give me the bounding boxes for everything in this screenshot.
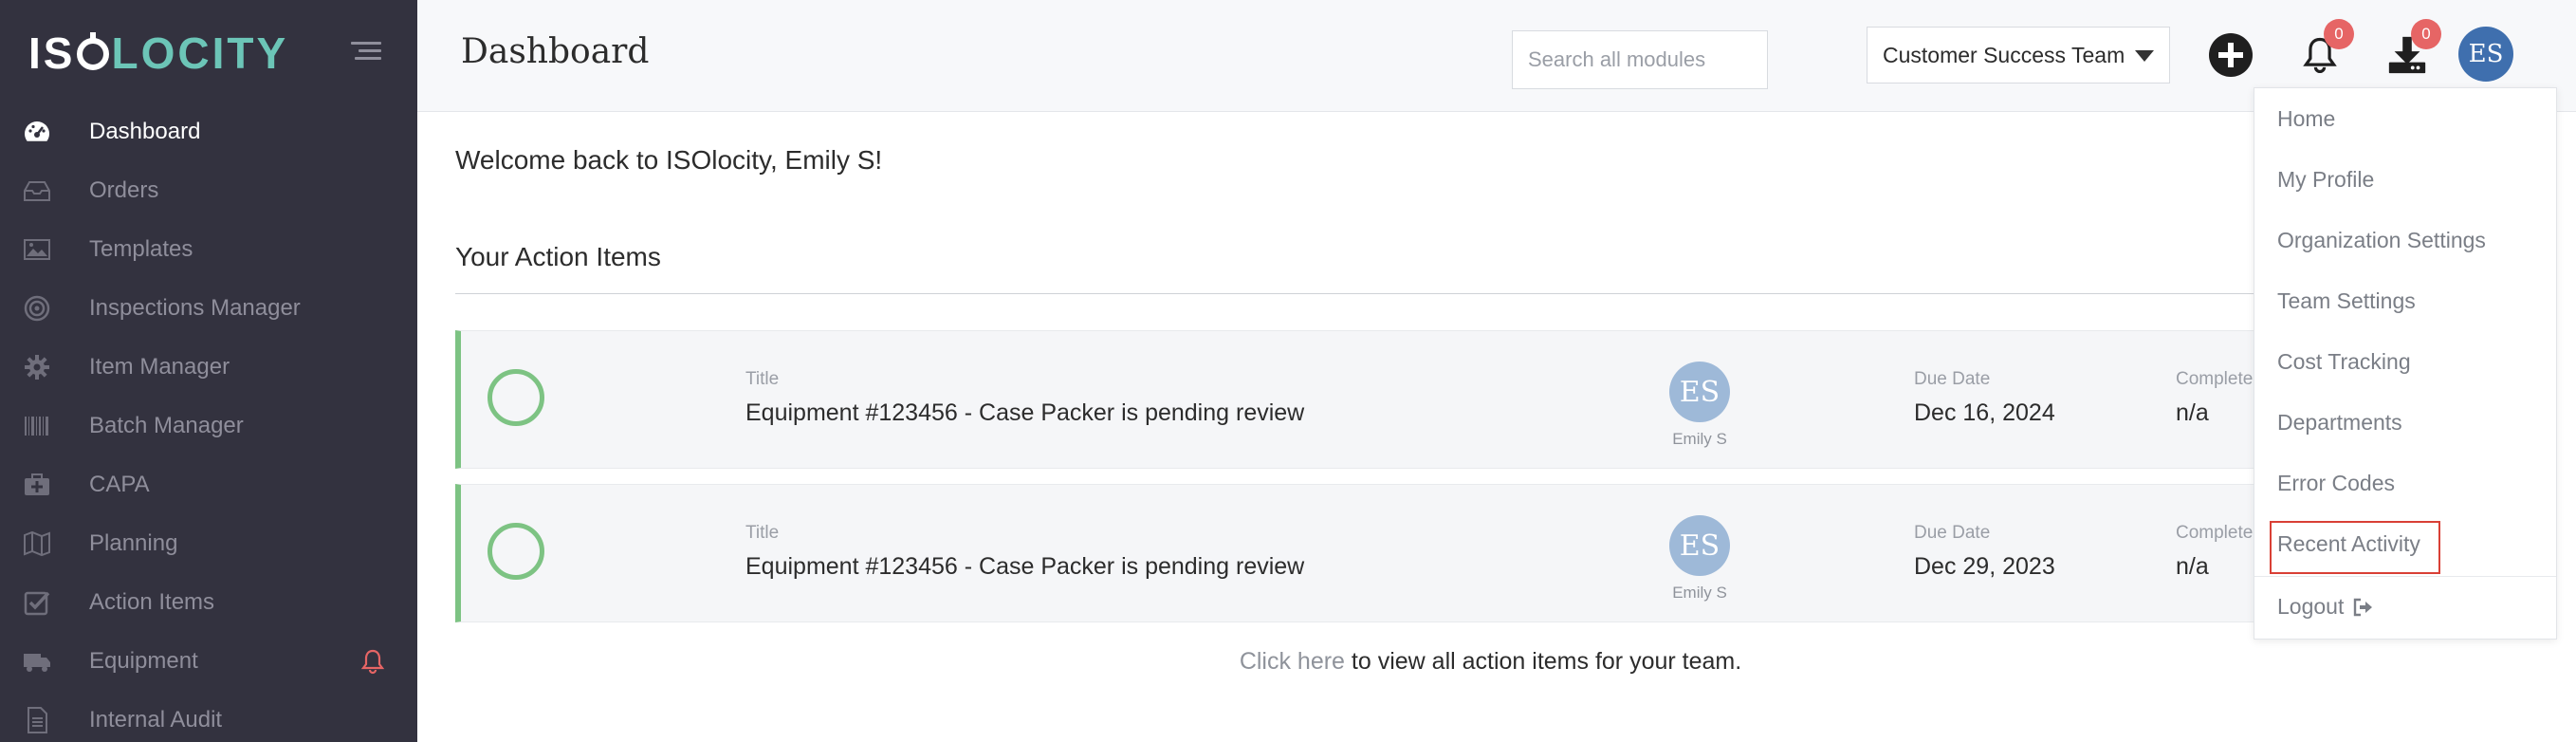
action-item-card[interactable]: Title Equipment #123456 - Case Packer is… (455, 330, 2447, 469)
due-date-label: Due Date (1914, 369, 1991, 389)
logo-o-mark-icon (77, 32, 110, 70)
sidebar-item-label: Action Items (89, 589, 215, 615)
sidebar-item-label: Inspections Manager (89, 295, 301, 321)
due-date-value: Dec 29, 2023 (1914, 553, 2055, 580)
main-content: Welcome back to ISOlocity, Emily S! Your… (417, 113, 2576, 742)
dashboard-gauge-icon (21, 116, 53, 148)
team-select-box[interactable]: Customer Success Team (1867, 27, 2170, 83)
sidebar-nav: Dashboard Orders Templates Inspections M… (0, 102, 417, 742)
logout-label: Logout (2277, 593, 2345, 619)
menu-item-team-settings[interactable]: Team Settings (2254, 270, 2556, 331)
page-title: Dashboard (461, 32, 650, 71)
sidebar-item-templates[interactable]: Templates (0, 220, 417, 279)
sidebar-item-label: Templates (89, 236, 193, 262)
logo-iso-text: IS (28, 28, 76, 78)
sidebar-item-label: CAPA (89, 472, 150, 497)
menu-item-recent-activity[interactable]: Recent Activity (2254, 513, 2556, 574)
welcome-message: Welcome back to ISOlocity, Emily S! (455, 145, 883, 175)
downloads-badge: 0 (2411, 19, 2441, 49)
view-all-link[interactable]: Click here (1240, 648, 1345, 675)
assignee-avatar: ES (1669, 362, 1730, 422)
menu-item-home[interactable]: Home (2254, 88, 2556, 149)
sidebar-item-batch-manager[interactable]: Batch Manager (0, 397, 417, 455)
view-all-text: to view all action items for your team. (1344, 648, 1742, 675)
caret-down-icon (2135, 50, 2154, 62)
menu-item-logout[interactable]: Logout (2254, 576, 2556, 637)
user-avatar-button[interactable]: ES (2458, 27, 2513, 82)
sidebar-item-label: Item Manager (89, 354, 230, 380)
sidebar-item-inspections-manager[interactable]: Inspections Manager (0, 279, 417, 338)
assignee-avatar: ES (1669, 515, 1730, 576)
sidebar-item-label: Dashboard (89, 119, 201, 144)
action-item-card[interactable]: Title Equipment #123456 - Case Packer is… (455, 484, 2447, 622)
truck-icon (21, 645, 53, 677)
sidebar-item-planning[interactable]: Planning (0, 514, 417, 573)
sidebar-item-capa[interactable]: CAPA (0, 455, 417, 514)
document-icon (21, 704, 53, 736)
add-button[interactable] (2208, 32, 2254, 78)
team-select[interactable]: Customer Success Team (1867, 27, 2170, 85)
user-dropdown-menu: Home My Profile Organization Settings Te… (2254, 87, 2557, 640)
image-icon (21, 233, 53, 266)
gear-icon (21, 351, 53, 383)
sidebar-item-item-manager[interactable]: Item Manager (0, 338, 417, 397)
assignee-name: Emily S (1672, 430, 1727, 448)
sidebar-item-label: Batch Manager (89, 413, 244, 438)
assignee-name: Emily S (1672, 584, 1727, 602)
downloads-button[interactable]: 0 (2384, 19, 2441, 78)
sidebar-item-dashboard[interactable]: Dashboard (0, 102, 417, 161)
equipment-alert-bell-icon[interactable] (359, 647, 387, 676)
menu-item-organization-settings[interactable]: Organization Settings (2254, 210, 2556, 270)
due-date-label: Due Date (1914, 523, 1991, 543)
sidebar-item-label: Internal Audit (89, 707, 223, 733)
sidebar-item-internal-audit[interactable]: Internal Audit (0, 691, 417, 742)
search-input[interactable] (1512, 30, 1768, 89)
sidebar-item-label: Orders (89, 177, 159, 203)
sidebar-item-orders[interactable]: Orders (0, 161, 417, 220)
menu-item-my-profile[interactable]: My Profile (2254, 149, 2556, 210)
due-date-value: Dec 16, 2024 (1914, 399, 2055, 426)
sidebar: IS LOCITY Dashboard Orders Templates Ins… (0, 0, 417, 742)
status-circle-icon[interactable] (488, 523, 544, 580)
title-label: Title (745, 523, 780, 543)
medical-kit-icon (21, 469, 53, 501)
logout-icon (2353, 597, 2374, 617)
menu-item-departments[interactable]: Departments (2254, 392, 2556, 453)
menu-item-error-codes[interactable]: Error Codes (2254, 453, 2556, 513)
menu-toggle-icon[interactable] (351, 42, 381, 65)
target-icon (21, 292, 53, 325)
isolocity-logo[interactable]: IS LOCITY (28, 28, 289, 78)
plus-circle-icon (2209, 33, 2253, 77)
map-icon (21, 528, 53, 560)
status-circle-icon[interactable] (488, 369, 544, 426)
team-select-value: Customer Success Team (1883, 42, 2125, 67)
action-items-heading: Your Action Items (455, 242, 661, 271)
view-all-action-items-note: Click here to view all action items for … (417, 648, 2564, 676)
checkbox-icon (21, 586, 53, 619)
completed-date-value: n/a (2176, 399, 2209, 426)
notifications-button[interactable]: 0 (2297, 19, 2354, 78)
action-item-title[interactable]: Equipment #123456 - Case Packer is pendi… (745, 399, 1304, 427)
logo-locity-text: LOCITY (111, 28, 289, 78)
notifications-badge: 0 (2324, 19, 2354, 49)
menu-item-cost-tracking[interactable]: Cost Tracking (2254, 331, 2556, 392)
sidebar-item-equipment[interactable]: Equipment (0, 632, 417, 691)
sidebar-item-action-items[interactable]: Action Items (0, 573, 417, 632)
completed-date-value: n/a (2176, 553, 2209, 580)
sidebar-item-label: Planning (89, 530, 178, 556)
sidebar-item-label: Equipment (89, 648, 198, 674)
top-header: Dashboard Customer Success Team 0 0 (417, 0, 2576, 112)
action-item-title[interactable]: Equipment #123456 - Case Packer is pendi… (745, 553, 1304, 581)
inbox-icon (21, 175, 53, 207)
title-label: Title (745, 369, 780, 389)
section-divider (455, 293, 2352, 294)
barcode-icon (21, 410, 53, 442)
